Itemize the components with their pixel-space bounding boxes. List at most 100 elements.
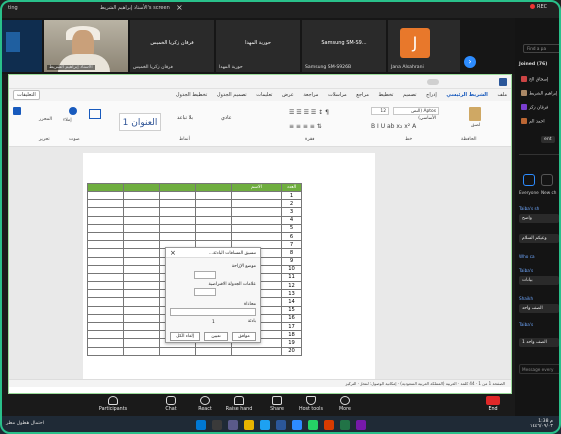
table-cell[interactable] <box>159 231 196 242</box>
app-icon[interactable] <box>356 420 366 430</box>
table-cell-number[interactable]: 15 <box>281 305 302 315</box>
participant-row[interactable]: احمد الم <box>521 118 561 127</box>
microphone-icon[interactable] <box>69 107 77 115</box>
clear-all-button[interactable]: إلغاء الكل <box>170 332 200 341</box>
table-cell[interactable] <box>123 272 160 283</box>
table-cell[interactable] <box>159 223 196 233</box>
table-cell-number[interactable]: 8 <box>281 248 302 258</box>
ok-button[interactable]: موافق <box>232 332 256 341</box>
video-tile[interactable]: Samsung SM-S9... Samsung SM-S926B <box>302 20 386 72</box>
table-header-cell[interactable] <box>87 183 124 192</box>
tab-references[interactable]: مراجع <box>352 89 373 101</box>
table-cell-number[interactable]: 14 <box>281 297 302 307</box>
table-cell[interactable] <box>87 223 124 233</box>
font-format-buttons[interactable]: B I U ab x₂ x² A <box>371 123 416 130</box>
word-taskbar-icon[interactable] <box>276 420 286 430</box>
tab-table-design[interactable]: تصميم الجدول <box>213 89 251 101</box>
paragraph-buttons[interactable]: ☰ ☰ ☰ ☰ ↕ ¶ <box>289 109 329 116</box>
table-cell[interactable] <box>123 215 160 225</box>
table-cell[interactable] <box>87 330 124 340</box>
table-cell[interactable] <box>123 231 160 242</box>
more-button[interactable]: More <box>324 396 366 412</box>
tab-design[interactable]: تصميم <box>399 89 420 101</box>
table-cell-number[interactable]: 9 <box>281 256 302 266</box>
table-cell[interactable] <box>87 289 124 299</box>
new-chat-icon[interactable] <box>541 174 553 186</box>
table-cell[interactable] <box>159 190 196 201</box>
table-cell[interactable] <box>87 338 124 348</box>
table-cell[interactable] <box>87 240 124 250</box>
table-header-cell[interactable] <box>195 183 232 192</box>
set-button[interactable]: تعيين <box>204 332 228 341</box>
table-cell[interactable] <box>87 346 124 356</box>
table-cell[interactable] <box>87 231 124 242</box>
table-cell-number[interactable]: 4 <box>281 215 302 225</box>
participant-search-input[interactable]: Find a pa <box>523 44 561 53</box>
table-cell[interactable] <box>123 248 160 258</box>
table-cell-name[interactable] <box>231 207 282 217</box>
table-cell[interactable] <box>87 207 124 217</box>
table-cell[interactable] <box>123 321 160 332</box>
table-cell-number[interactable]: 10 <box>281 264 302 274</box>
table-header-name[interactable]: الاسم <box>231 183 282 192</box>
editor-icon[interactable] <box>13 107 21 115</box>
table-cell-number[interactable]: 2 <box>281 199 302 209</box>
table-cell[interactable] <box>87 256 124 266</box>
table-cell[interactable] <box>195 207 232 217</box>
table-header-cell[interactable] <box>159 183 196 192</box>
table-cell[interactable] <box>123 264 160 274</box>
table-header-num[interactable]: العدد <box>281 183 302 192</box>
table-cell[interactable] <box>195 190 232 201</box>
table-cell[interactable] <box>87 190 124 201</box>
powerpoint-icon[interactable] <box>324 420 334 430</box>
paste-icon[interactable] <box>469 107 481 121</box>
table-cell-number[interactable]: 16 <box>281 313 302 324</box>
table-cell[interactable] <box>195 346 232 356</box>
weather-widget[interactable]: احتمال هطول مطر <box>6 421 44 426</box>
table-cell-name[interactable] <box>231 346 282 356</box>
table-cell-number[interactable]: 12 <box>281 281 302 291</box>
table-cell-number[interactable]: 5 <box>281 223 302 233</box>
table-cell[interactable] <box>123 346 160 356</box>
table-cell[interactable] <box>159 215 196 225</box>
table-cell[interactable] <box>123 289 160 299</box>
table-cell[interactable] <box>123 199 160 209</box>
tab-layout[interactable]: تخطيط <box>374 89 397 101</box>
table-cell[interactable] <box>87 199 124 209</box>
tab-help[interactable]: تعليمات <box>252 89 276 101</box>
table-cell[interactable] <box>123 281 160 291</box>
style-heading1[interactable]: العنوان 1 <box>119 113 161 131</box>
table-cell[interactable] <box>159 199 196 209</box>
tab-view[interactable]: عرض <box>278 89 298 101</box>
table-cell-number[interactable]: 20 <box>281 346 302 356</box>
close-icon[interactable]: × <box>170 249 176 257</box>
chat-tab-new[interactable]: New ch <box>541 190 556 195</box>
table-cell-number[interactable]: 7 <box>281 240 302 250</box>
alignment-buttons[interactable]: ≡ ≡ ≡ ≡ ⇅ <box>289 123 322 130</box>
table-cell-number[interactable]: 17 <box>281 321 302 332</box>
tab-review[interactable]: مراجعة <box>299 89 322 101</box>
recording-indicator[interactable]: REC <box>530 4 547 10</box>
table-cell-number[interactable]: 11 <box>281 272 302 283</box>
table-cell[interactable] <box>123 338 160 348</box>
everyone-icon[interactable] <box>523 174 535 186</box>
zoom-taskbar-icon[interactable] <box>292 420 302 430</box>
table-cell[interactable] <box>87 321 124 332</box>
task-view-icon[interactable] <box>228 420 238 430</box>
search-icon[interactable] <box>212 420 222 430</box>
table-cell[interactable] <box>123 305 160 315</box>
table-cell[interactable] <box>87 281 124 291</box>
table-cell-number[interactable]: 18 <box>281 330 302 340</box>
start-icon[interactable] <box>196 420 206 430</box>
chat-tab-everyone[interactable]: Everyone <box>519 190 539 195</box>
table-cell[interactable] <box>159 207 196 217</box>
alignment-select[interactable] <box>170 308 256 316</box>
table-cell[interactable] <box>195 223 232 233</box>
table-cell[interactable] <box>123 313 160 324</box>
participant-row[interactable]: فرقان زكر <box>521 104 561 113</box>
table-cell[interactable] <box>123 190 160 201</box>
next-page-icon[interactable]: › <box>464 56 476 68</box>
table-cell-name[interactable] <box>231 190 282 201</box>
table-header-cell[interactable] <box>123 183 160 192</box>
table-cell-name[interactable] <box>231 223 282 233</box>
